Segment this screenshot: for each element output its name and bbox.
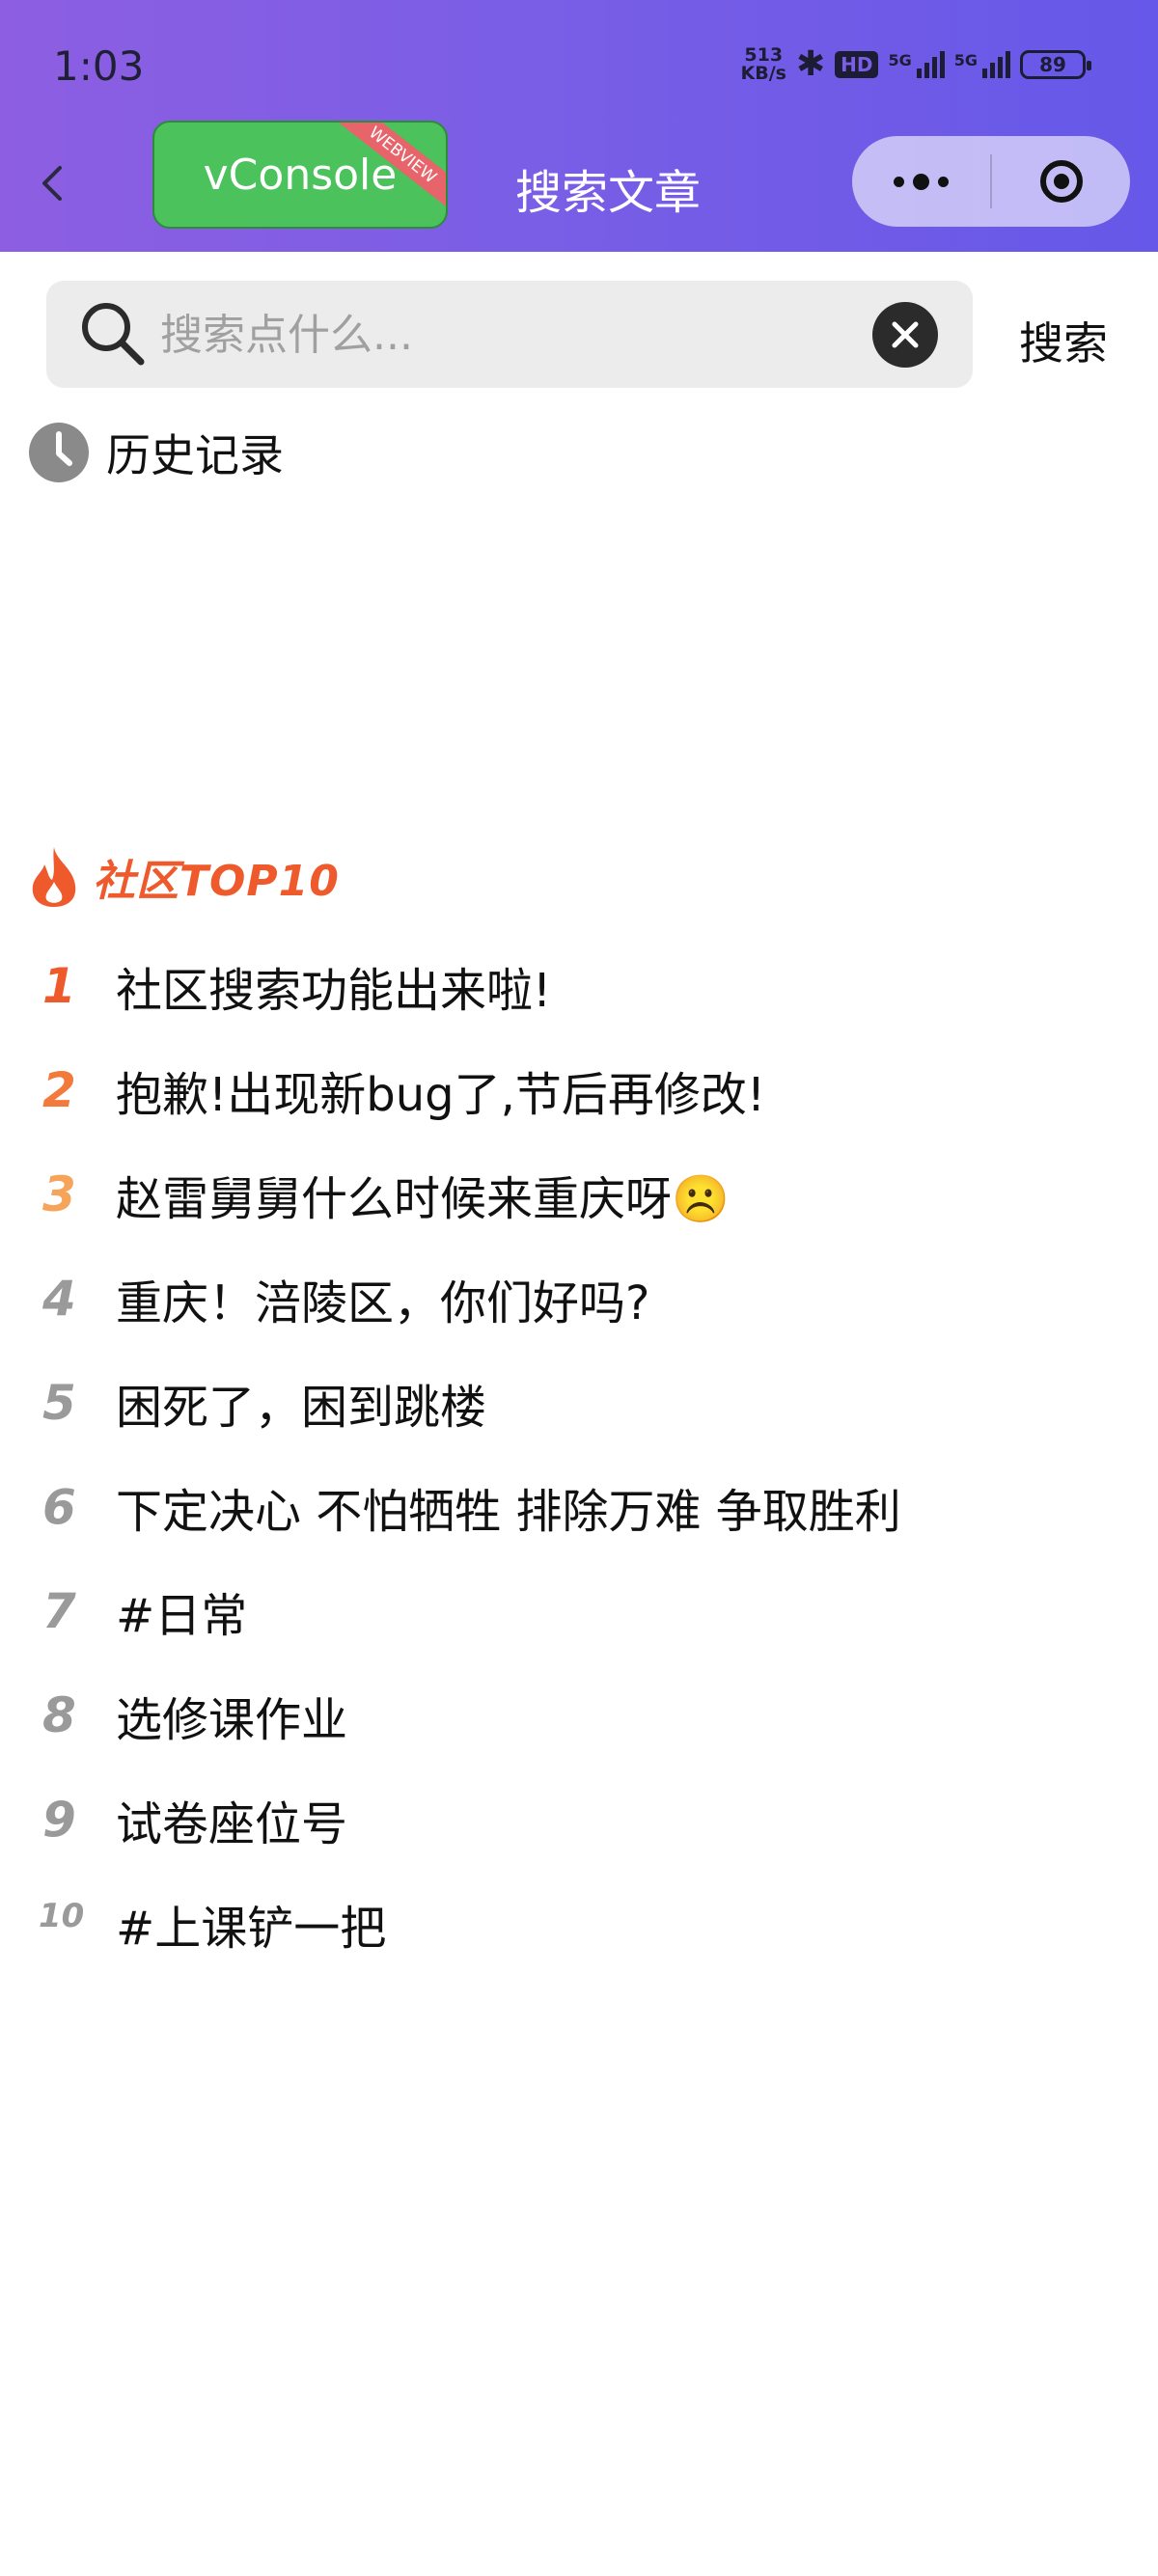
status-icons: 513 KB/s ✱ HD 5G 5G 89 (740, 43, 1091, 84)
sim2-label: 5G (953, 50, 978, 69)
top10-item[interactable]: 5 困死了，困到跳楼 (0, 1351, 1158, 1455)
top10-item-text: 社区搜索功能出来啦! (116, 964, 552, 1018)
top10-item[interactable]: 6 下定决心 不怕牺牲 排除万难 争取胜利 (0, 1455, 1158, 1559)
fire-icon (32, 847, 76, 907)
search-icon (82, 303, 145, 366)
top10-item-text: 选修课作业 (116, 1693, 348, 1747)
network-speed-value: 513 (744, 43, 784, 66)
rank-number: 10 (39, 1897, 85, 1935)
top10-item-text: 困死了，困到跳楼 (116, 1381, 487, 1435)
rank-number: 3 (42, 1166, 76, 1222)
close-miniprogram-button[interactable] (992, 136, 1130, 227)
history-label: 历史记录 (106, 429, 284, 481)
more-button[interactable] (852, 136, 990, 227)
bluetooth-icon: ✱ (795, 44, 826, 84)
miniprogram-capsule (852, 136, 1130, 227)
top10-item-text: #日常 (116, 1589, 248, 1643)
history-section: 历史记录 (29, 421, 284, 484)
top10-item-text: #上课铲一把 (116, 1902, 387, 1956)
battery-level: 89 (1039, 52, 1066, 76)
top10-item[interactable]: 7 #日常 (0, 1559, 1158, 1663)
top10-item-text: 赵雷舅舅什么时候来重庆呀☹️ (116, 1172, 730, 1226)
signal-icon: 5G (888, 50, 945, 78)
rank-number: 6 (42, 1479, 76, 1535)
battery-icon: 89 (1020, 49, 1091, 79)
top10-list: 1 社区搜索功能出来啦! 2 抱歉!出现新bug了,节后再修改! 3 赵雷舅舅什么时候来重… (0, 934, 1158, 1976)
top10-item[interactable]: 1 社区搜索功能出来啦! (0, 934, 1158, 1038)
rank-number: 2 (42, 1062, 76, 1118)
rank-number: 8 (42, 1687, 76, 1743)
top10-item[interactable]: 9 试卷座位号 (0, 1768, 1158, 1872)
top10-header: 社区TOP10 (27, 845, 340, 909)
top10-item[interactable]: 2 抱歉!出现新bug了,节后再修改! (0, 1038, 1158, 1142)
status-time: 1:03 (53, 42, 145, 90)
search-bar (46, 281, 973, 388)
top10-item-text: 抱歉!出现新bug了,节后再修改! (116, 1068, 766, 1122)
rank-number: 1 (42, 958, 76, 1014)
top10-item[interactable]: 8 选修课作业 (0, 1663, 1158, 1768)
more-dots-icon (894, 173, 949, 190)
target-icon (1039, 160, 1083, 203)
rank-number: 5 (42, 1375, 76, 1431)
top10-item-text: 试卷座位号 (116, 1797, 348, 1851)
clock-icon (29, 423, 89, 482)
top10-item-text: 重庆！涪陵区，你们好吗? (116, 1276, 650, 1330)
top10-item[interactable]: 4 重庆！涪陵区，你们好吗? (0, 1247, 1158, 1351)
hd-badge: HD (835, 50, 879, 78)
clear-search-button[interactable] (872, 302, 938, 368)
search-input[interactable] (158, 300, 905, 370)
signal-icon: 5G (953, 50, 1010, 78)
navigation-header: 1:03 513 KB/s ✱ HD 5G 5G 89 vConsole WEB… (0, 0, 1158, 252)
top10-item[interactable]: 10 #上课铲一把 (0, 1872, 1158, 1976)
network-speed-unit: KB/s (740, 62, 786, 84)
back-arrow-icon[interactable] (39, 164, 68, 203)
top10-title: 社区TOP10 (93, 857, 340, 906)
rank-number: 9 (42, 1792, 76, 1848)
close-icon (892, 321, 919, 348)
vconsole-label: vConsole (203, 150, 398, 200)
top10-item-text: 下定决心 不怕牺牲 排除万难 争取胜利 (116, 1485, 901, 1539)
rank-number: 4 (42, 1271, 76, 1327)
page-title: 搜索文章 (515, 166, 702, 220)
vconsole-button[interactable]: vConsole WEBVIEW (152, 121, 448, 229)
rank-number: 7 (42, 1583, 76, 1639)
network-speed: 513 KB/s (740, 43, 786, 84)
top10-item[interactable]: 3 赵雷舅舅什么时候来重庆呀☹️ (0, 1142, 1158, 1247)
sim1-label: 5G (888, 50, 912, 69)
search-button[interactable]: 搜索 (1019, 309, 1108, 372)
